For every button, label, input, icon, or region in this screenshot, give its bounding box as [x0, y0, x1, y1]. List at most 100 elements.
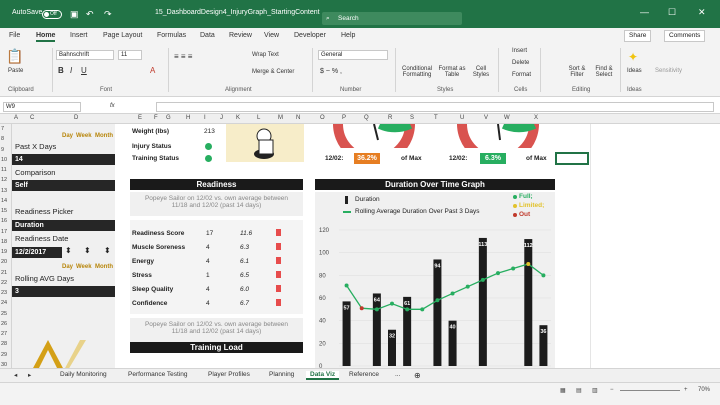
save-icon[interactable]: ▣	[70, 9, 79, 20]
currency-icon[interactable]: $ ~ % ,	[320, 68, 342, 75]
share-button[interactable]: Share	[624, 30, 652, 42]
column-header[interactable]: F	[154, 115, 158, 121]
sensitivity-button[interactable]: Sensitivity	[655, 68, 682, 74]
column-header[interactable]: X	[534, 115, 538, 121]
sheet-tab-performance-testing[interactable]: Performance Testing	[128, 371, 188, 378]
search-box[interactable]: ⌕ Search	[322, 12, 462, 25]
month-label-2[interactable]: Month	[95, 264, 113, 270]
column-header[interactable]: T	[434, 115, 438, 121]
readiness-date-value[interactable]: 12/2/2017	[12, 247, 62, 258]
row-header[interactable]: 15	[1, 208, 7, 214]
column-header[interactable]: K	[236, 115, 240, 121]
underline-button[interactable]: U	[81, 66, 87, 75]
normal-view-icon[interactable]: ▦	[560, 387, 566, 394]
font-size-select[interactable]: 11	[118, 50, 142, 60]
row-header[interactable]: 30	[1, 362, 7, 368]
page-break-icon[interactable]: ▥	[592, 387, 598, 394]
past-x-days-value[interactable]: 14	[12, 154, 115, 165]
column-header[interactable]: H	[186, 115, 190, 121]
formula-input[interactable]	[156, 102, 714, 112]
ideas-button[interactable]: Ideas	[627, 68, 642, 74]
conditional-formatting-button[interactable]: Conditional Formatting	[400, 66, 434, 78]
column-header[interactable]: M	[278, 115, 283, 121]
autosave-toggle[interactable]: Off	[42, 10, 62, 19]
minimize-icon[interactable]: —	[640, 7, 649, 17]
row-header[interactable]: 23	[1, 290, 7, 296]
tab-formulas[interactable]: Formulas	[157, 32, 186, 39]
column-header[interactable]: I	[204, 115, 206, 121]
row-header[interactable]: 29	[1, 352, 7, 358]
sheet-tab-player-profiles[interactable]: Player Profiles	[208, 371, 250, 378]
tab-page-layout[interactable]: Page Layout	[103, 32, 142, 39]
undo-icon[interactable]: ↶	[86, 9, 94, 20]
column-header[interactable]: U	[460, 115, 464, 121]
italic-button[interactable]: I	[70, 66, 72, 75]
add-sheet-icon[interactable]: ⊕	[414, 371, 421, 380]
month-spinner-icon[interactable]: ⬍	[104, 246, 111, 255]
row-header[interactable]: 10	[1, 157, 7, 163]
paste-button[interactable]: Paste	[8, 68, 23, 74]
zoom-in-icon[interactable]: +	[684, 387, 688, 393]
row-header[interactable]: 20	[1, 259, 7, 265]
day-spinner-icon[interactable]: ⬍	[65, 246, 72, 255]
row-header[interactable]: 22	[1, 280, 7, 286]
format-as-table-button[interactable]: Format as Table	[437, 66, 467, 78]
row-header[interactable]: 9	[1, 147, 4, 153]
tab-data[interactable]: Data	[200, 32, 215, 39]
sheet-tab-reference[interactable]: Reference	[349, 371, 379, 378]
row-header[interactable]: 25	[1, 311, 7, 317]
font-color-icon[interactable]: A	[150, 66, 155, 75]
merge-center-button[interactable]: Merge & Center	[252, 69, 294, 75]
row-header[interactable]: 17	[1, 229, 7, 235]
name-box[interactable]: W9	[3, 102, 81, 112]
redo-icon[interactable]: ↷	[104, 9, 112, 20]
sheet-tab-planning[interactable]: Planning	[269, 371, 294, 378]
zoom-level[interactable]: 70%	[698, 387, 710, 393]
cell-styles-button[interactable]: Cell Styles	[469, 66, 493, 78]
comments-button[interactable]: Comments	[664, 30, 706, 42]
bold-button[interactable]: B	[58, 66, 64, 75]
column-header[interactable]: E	[138, 115, 142, 121]
row-header[interactable]: 8	[1, 136, 4, 142]
column-header[interactable]: A	[14, 115, 18, 121]
day-label[interactable]: Day	[62, 133, 73, 139]
page-layout-icon[interactable]: ▤	[576, 387, 582, 394]
column-header[interactable]: N	[296, 115, 300, 121]
ideas-icon[interactable]: ✦	[628, 50, 638, 64]
row-header[interactable]: 16	[1, 218, 7, 224]
zoom-out-icon[interactable]: −	[610, 387, 614, 393]
column-header[interactable]: G	[166, 115, 171, 121]
row-header[interactable]: 27	[1, 331, 7, 337]
fx-icon[interactable]: fx	[110, 103, 115, 109]
column-header[interactable]: D	[74, 115, 78, 121]
zoom-slider[interactable]	[620, 390, 680, 391]
row-header[interactable]: 24	[1, 300, 7, 306]
row-header[interactable]: 11	[1, 167, 7, 173]
row-header[interactable]: 7	[1, 126, 4, 132]
sheet-nav-left-icon[interactable]: ◂	[14, 371, 17, 379]
rolling-avg-value[interactable]: 3	[12, 286, 115, 297]
day-label-2[interactable]: Day	[62, 264, 73, 270]
column-header[interactable]: O	[320, 115, 325, 121]
row-header[interactable]: 28	[1, 341, 7, 347]
paste-icon[interactable]: 📋	[6, 48, 23, 65]
week-spinner-icon[interactable]: ⬍	[84, 246, 91, 255]
font-name-select[interactable]: Bahnschrift	[56, 50, 114, 60]
week-label-2[interactable]: Week	[76, 264, 92, 270]
tab-file[interactable]: File	[9, 32, 20, 39]
wrap-text-button[interactable]: Wrap Text	[252, 52, 279, 58]
selected-cell-w9[interactable]	[555, 152, 589, 165]
row-header[interactable]: 14	[1, 198, 7, 204]
comparison-value[interactable]: Self	[12, 180, 115, 191]
empty-cells[interactable]	[590, 124, 720, 370]
tab-review[interactable]: Review	[229, 32, 252, 39]
row-header[interactable]: 21	[1, 270, 7, 276]
find-select-button[interactable]: Find & Select	[592, 66, 616, 78]
column-header[interactable]: J	[220, 115, 223, 121]
column-header[interactable]: W	[504, 115, 510, 121]
row-header[interactable]: 18	[1, 239, 7, 245]
tab-developer[interactable]: Developer	[294, 32, 326, 39]
tab-help[interactable]: Help	[341, 32, 355, 39]
close-icon[interactable]: ✕	[698, 7, 706, 18]
row-header[interactable]: 19	[1, 249, 7, 255]
